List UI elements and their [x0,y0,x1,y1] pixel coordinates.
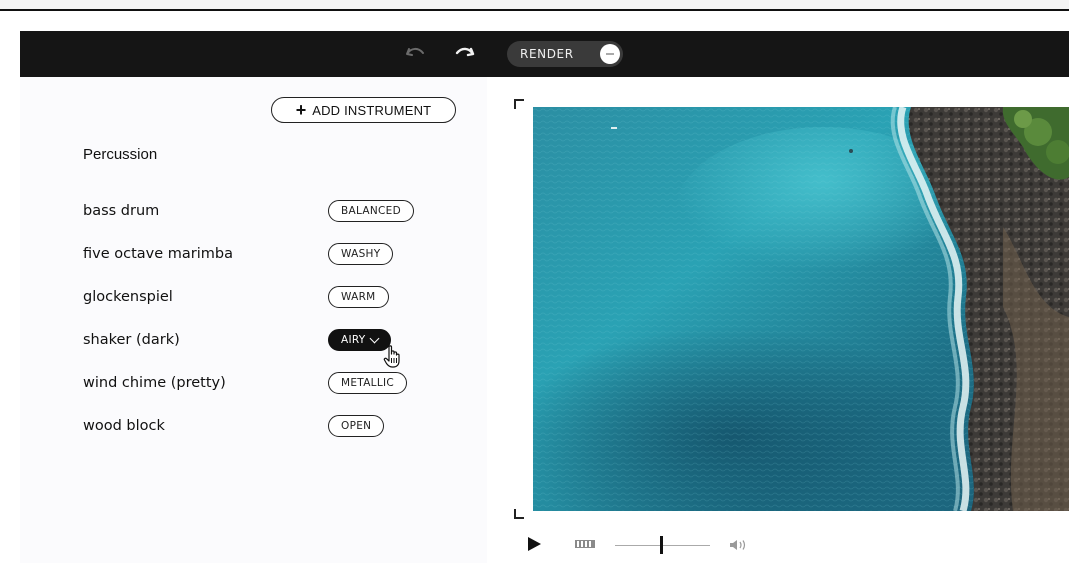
instrument-name: bass drum [83,203,160,219]
filmstrip-icon[interactable] [575,539,595,549]
toggle-knob [600,44,620,64]
redo-icon[interactable] [453,43,477,63]
tone-label: WASHY [341,248,381,260]
tone-dropdown[interactable]: WARM [328,286,389,308]
add-instrument-button[interactable]: + ADD INSTRUMENT [271,97,456,123]
undo-icon[interactable] [403,43,427,63]
tone-dropdown-active[interactable]: AIRY [328,329,391,351]
tone-dropdown[interactable]: METALLIC [328,372,408,394]
instrument-row: wood block OPEN [20,413,487,441]
crop-corner-bottom-left-icon [514,509,524,519]
tone-dropdown[interactable]: WASHY [328,243,394,265]
chevron-down-icon [369,333,379,343]
instrument-panel: + ADD INSTRUMENT Percussion bass drum BA… [20,77,487,563]
tone-dropdown[interactable]: OPEN [328,415,385,437]
instrument-name: wind chime (pretty) [83,375,226,391]
play-icon[interactable] [528,537,541,551]
tone-label: OPEN [341,420,372,432]
scrub-handle[interactable] [660,536,663,554]
instrument-row: wind chime (pretty) METALLIC [20,370,487,398]
instrument-name: five octave marimba [83,246,233,262]
render-toggle[interactable]: RENDER [507,41,623,67]
toolbar: RENDER [20,31,1069,77]
instrument-name: glockenspiel [83,289,173,305]
instrument-row: glockenspiel WARM [20,284,487,312]
preview-panel [487,77,1069,563]
aerial-coast-image [533,107,1069,511]
tone-label: WARM [341,291,376,303]
tone-label: BALANCED [341,205,401,217]
tone-label: METALLIC [341,377,395,389]
section-title: Percussion [83,146,158,163]
tone-dropdown[interactable]: BALANCED [328,200,414,222]
window-top-gap [0,11,1069,31]
video-preview[interactable] [533,107,1069,511]
volume-icon[interactable] [729,538,751,552]
instrument-name: shaker (dark) [83,332,180,348]
instrument-row: shaker (dark) AIRY [20,327,487,355]
render-label: RENDER [520,47,574,61]
instrument-name: wood block [83,418,165,434]
player-controls [487,527,1069,563]
tone-label: AIRY [341,334,366,346]
crop-corner-top-left-icon [514,99,524,109]
instrument-row: five octave marimba WASHY [20,241,487,269]
add-instrument-label: ADD INSTRUMENT [312,102,432,118]
plus-icon: + [295,99,307,120]
instrument-row: bass drum BALANCED [20,198,487,226]
